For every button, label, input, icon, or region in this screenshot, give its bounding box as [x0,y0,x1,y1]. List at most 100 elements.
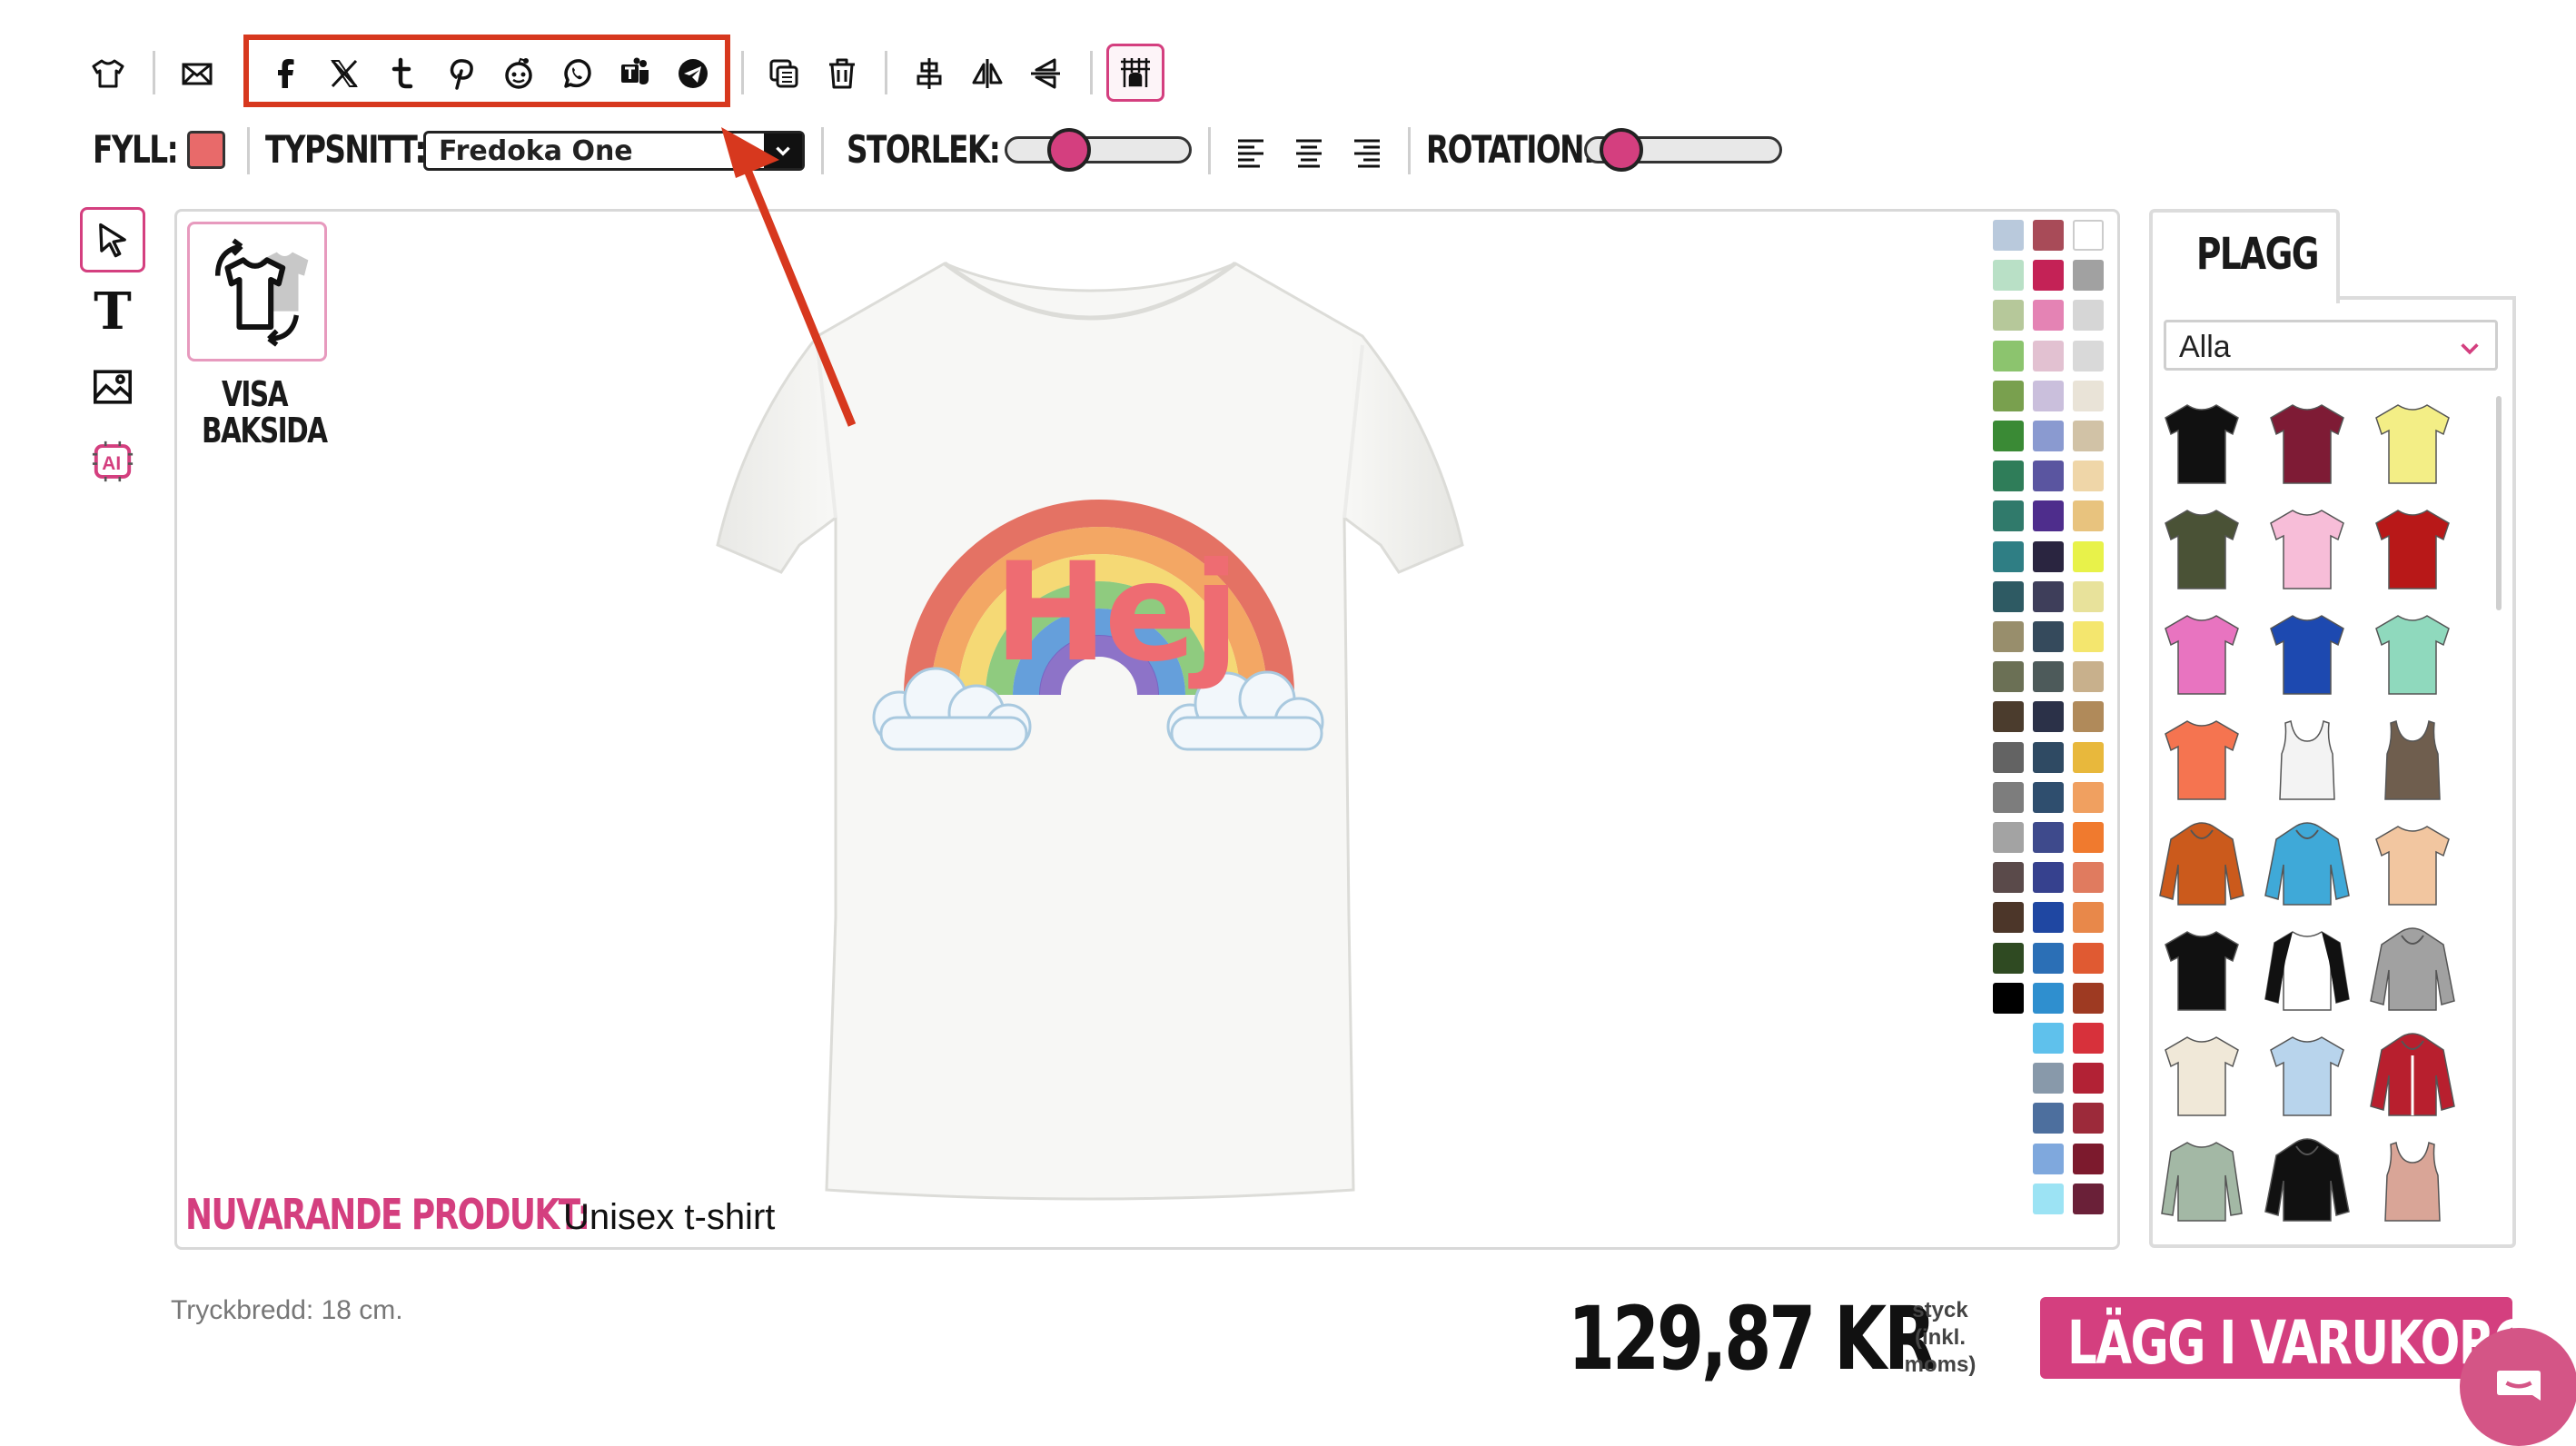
color-swatch[interactable] [2033,540,2064,572]
garment-blue-hoodie[interactable] [2262,819,2353,910]
tab-garments[interactable]: PLAGG [2149,209,2340,303]
facebook-icon[interactable] [260,47,312,100]
garment-red-tshirt[interactable] [2367,503,2458,594]
color-swatch[interactable] [1993,580,2024,612]
color-swatch[interactable] [2033,260,2064,292]
reddit-icon[interactable] [492,47,545,100]
select-tool[interactable] [80,207,145,272]
garment-magenta-tshirt[interactable] [2156,609,2247,699]
color-swatch[interactable] [2073,580,2104,612]
color-swatch[interactable] [2073,741,2104,773]
garment-white-tank[interactable] [2262,714,2353,805]
color-swatch[interactable] [2033,741,2064,773]
garment-pink-tshirt[interactable] [2262,503,2353,594]
color-swatch[interactable] [2033,701,2064,733]
garment-mint-tshirt[interactable] [2367,609,2458,699]
show-back-button[interactable] [187,222,327,362]
garment-brown-tank[interactable] [2367,714,2458,805]
color-swatch[interactable] [2073,982,2104,1014]
garment-blush-tank[interactable] [2367,1135,2458,1226]
color-swatch[interactable] [2033,421,2064,451]
garment-grey-hoodie[interactable] [2367,925,2458,1015]
whatsapp-icon[interactable] [550,47,603,100]
color-swatch[interactable] [1993,300,2024,332]
color-swatch[interactable] [2073,661,2104,693]
color-swatch[interactable] [2033,1063,2064,1094]
color-swatch[interactable] [2033,862,2064,894]
tumblr-icon[interactable] [376,47,429,100]
color-swatch[interactable] [2033,621,2064,652]
garment-coral-tshirt[interactable] [2156,714,2247,805]
garment-sage-longsleeve[interactable] [2156,1135,2247,1226]
color-swatch[interactable] [2073,1143,2104,1174]
x-icon[interactable] [318,47,371,100]
garment-burgundy-tshirt[interactable] [2262,398,2353,489]
pinterest-icon[interactable] [434,47,487,100]
color-swatch[interactable] [1993,421,2024,451]
align-right-icon[interactable] [1341,125,1393,178]
flip-vertical-icon[interactable] [1019,47,1072,100]
color-swatch[interactable] [2073,421,2104,451]
color-swatch[interactable] [1993,380,2024,411]
color-swatch[interactable] [1993,982,2024,1014]
color-swatch[interactable] [2033,1143,2064,1174]
color-swatch[interactable] [2033,340,2064,371]
color-swatch[interactable] [2073,461,2104,492]
color-swatch[interactable] [2033,461,2064,492]
color-swatch[interactable] [1993,701,2024,733]
color-swatch[interactable] [2033,781,2064,813]
color-swatch[interactable] [2073,781,2104,813]
color-swatch[interactable] [2073,1103,2104,1134]
color-swatch[interactable] [2073,220,2104,251]
align-center-icon[interactable] [1283,125,1335,178]
color-swatch[interactable] [2073,621,2104,652]
grid-snap-icon[interactable] [1106,44,1164,102]
garment-cream-tshirt[interactable] [2156,1030,2247,1121]
garment-olive-tshirt[interactable] [2156,503,2247,594]
flip-horizontal-icon[interactable] [961,47,1014,100]
garment-raglan-shirt[interactable] [2262,925,2353,1015]
align-left-icon[interactable] [1224,125,1277,178]
size-slider-track[interactable] [1005,136,1192,163]
garment-yellow-tshirt[interactable] [2367,398,2458,489]
color-swatch[interactable] [1993,781,2024,813]
color-swatch[interactable] [2033,661,2064,693]
color-swatch[interactable] [2073,1063,2104,1094]
color-swatch[interactable] [1993,260,2024,292]
color-swatch[interactable] [2073,942,2104,974]
color-swatch[interactable] [2073,902,2104,934]
color-swatch[interactable] [1993,741,2024,773]
trash-icon[interactable] [816,47,868,100]
color-swatch[interactable] [2073,822,2104,853]
color-swatch[interactable] [2033,380,2064,411]
design-text[interactable]: Hej [994,545,1240,681]
garment-black-orange-hoodie[interactable] [2262,1135,2353,1226]
image-tool[interactable] [85,360,140,414]
garment-varsity-jacket[interactable] [2367,1030,2458,1121]
color-swatch[interactable] [1993,661,2024,693]
color-swatch[interactable] [2073,500,2104,532]
add-to-cart-button[interactable]: LÄGG I VARUKORGEN [2040,1297,2512,1379]
color-swatch[interactable] [2033,982,2064,1014]
color-swatch[interactable] [2073,862,2104,894]
color-swatch[interactable] [2073,701,2104,733]
text-tool[interactable]: T [85,280,140,343]
color-swatch[interactable] [2073,260,2104,292]
color-swatch[interactable] [1993,942,2024,974]
color-swatch[interactable] [2033,300,2064,332]
color-swatch[interactable] [1993,902,2024,934]
color-swatch[interactable] [2073,380,2104,411]
color-swatch[interactable] [2033,1023,2064,1054]
chat-bubble-button[interactable] [2460,1328,2576,1446]
color-swatch[interactable] [1993,540,2024,572]
duplicate-icon[interactable] [758,47,810,100]
mail-icon[interactable] [171,47,223,100]
color-swatch[interactable] [1993,340,2024,371]
color-swatch[interactable] [2033,1183,2064,1214]
color-swatch[interactable] [1993,621,2024,652]
color-swatch[interactable] [2073,1023,2104,1054]
color-swatch[interactable] [2073,1183,2104,1214]
garment-black-vneck[interactable] [2156,925,2247,1015]
rotation-slider-knob[interactable] [1600,128,1643,172]
color-swatch[interactable] [2033,580,2064,612]
